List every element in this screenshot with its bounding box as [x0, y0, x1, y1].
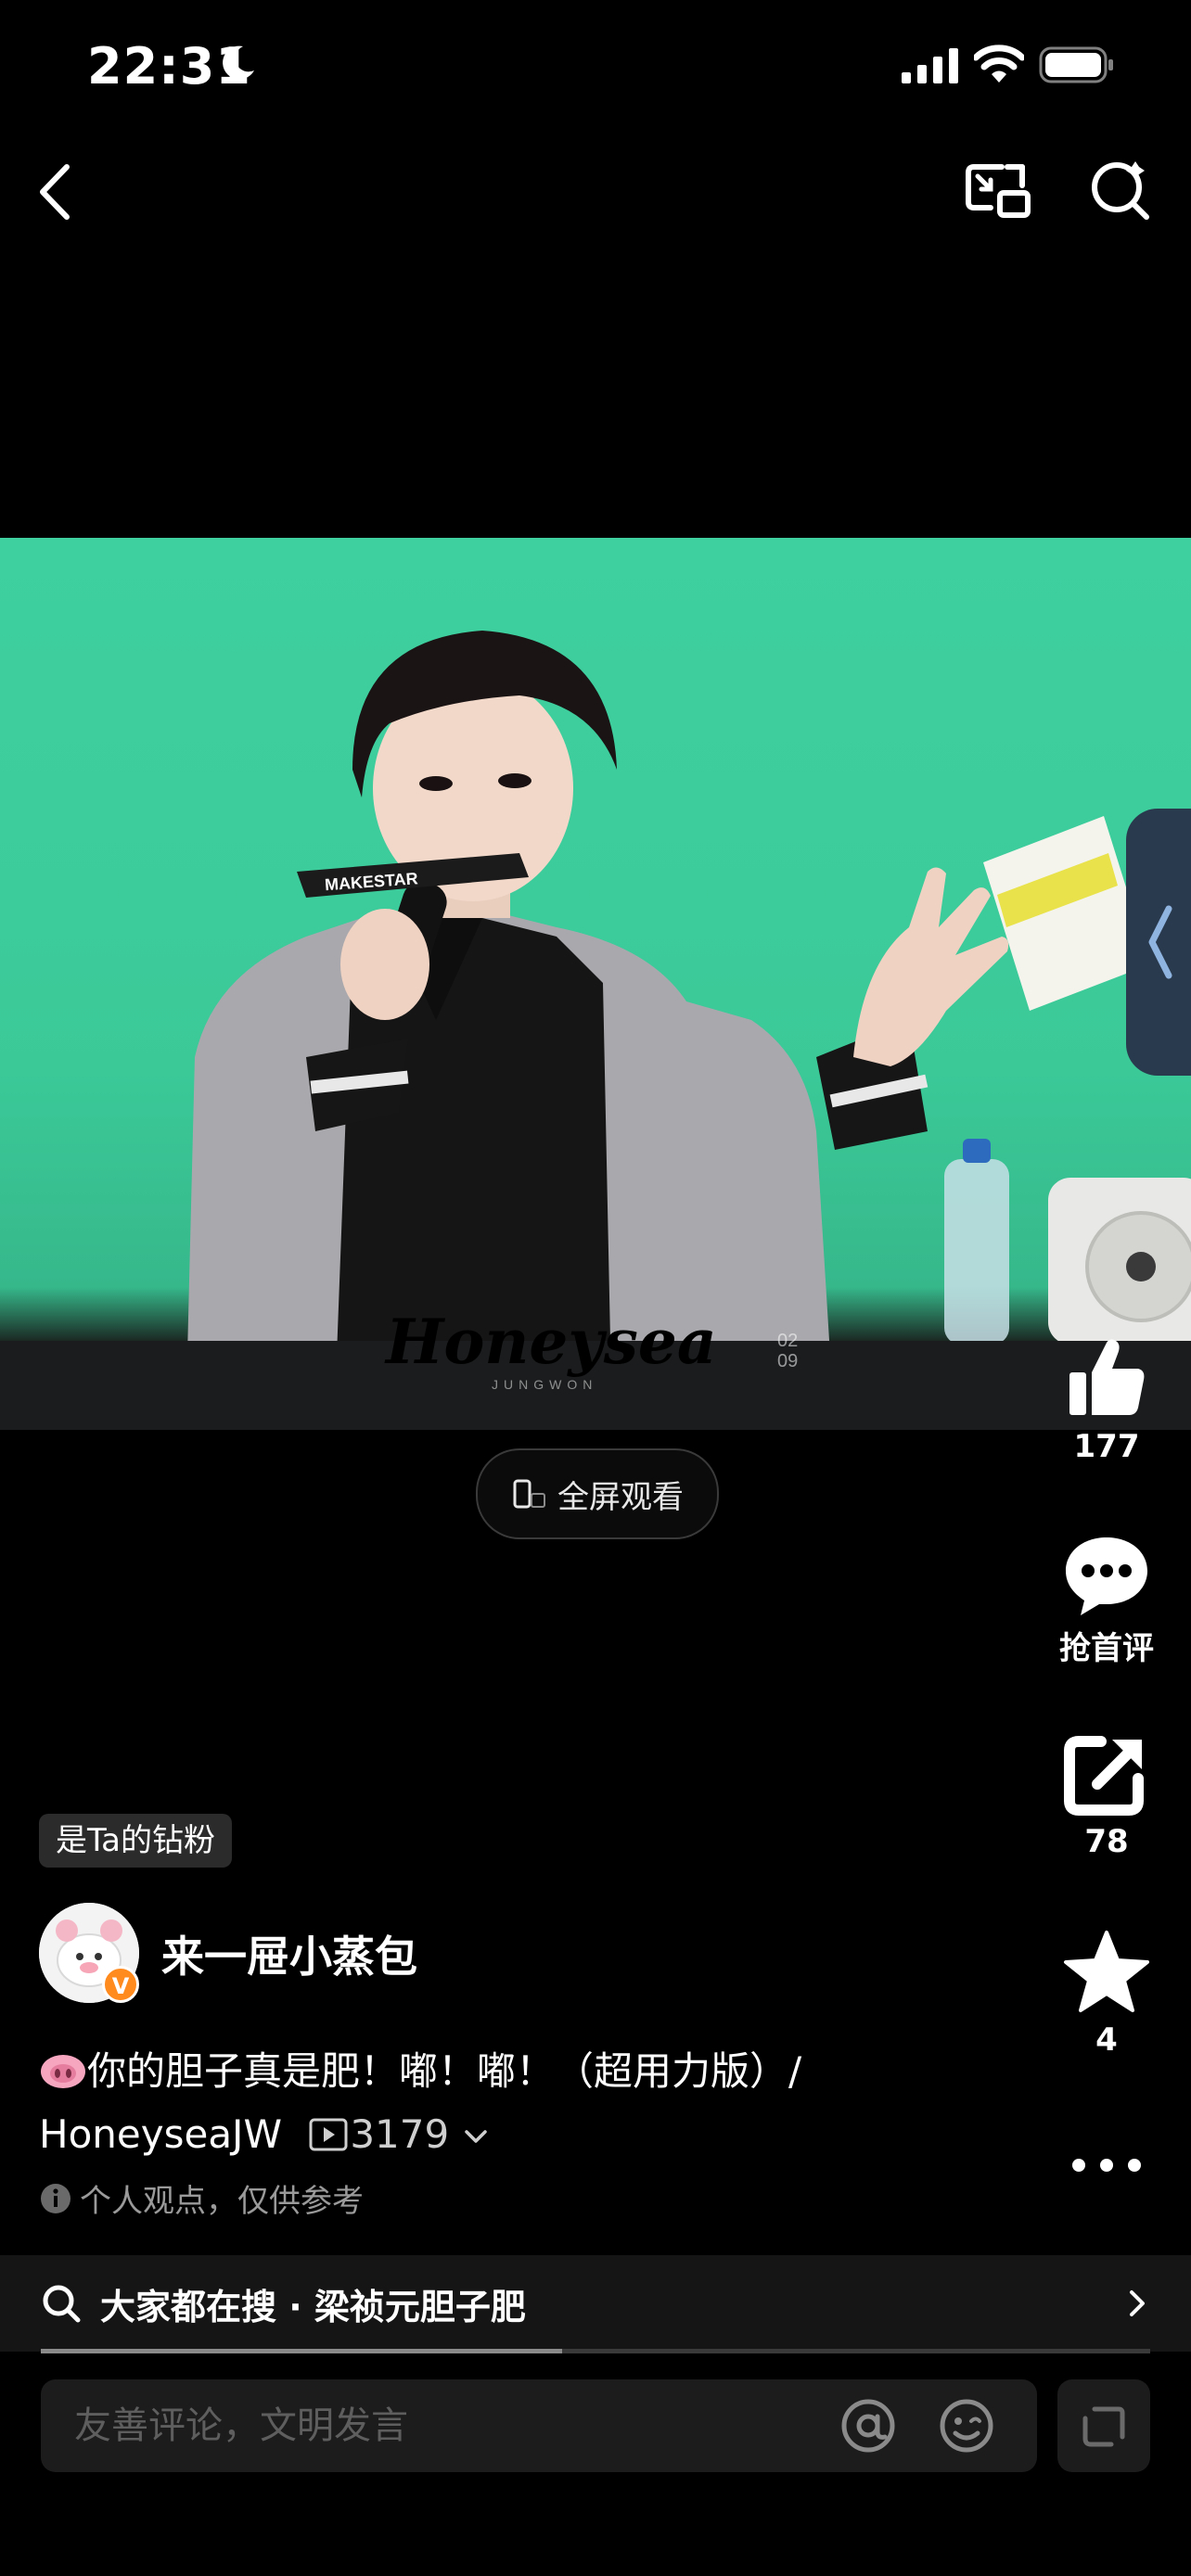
collection-icon: [309, 2118, 348, 2151]
comment-input-bar[interactable]: [41, 2379, 1037, 2472]
favorite-button[interactable]: 4: [1028, 1929, 1185, 2059]
like-button[interactable]: 177: [1028, 1332, 1185, 1465]
more-icon[interactable]: [1065, 2149, 1148, 2181]
favorite-count: 4: [1095, 2021, 1118, 2059]
chevron-right-icon: [1130, 2290, 1145, 2316]
comment-bubble-icon: [1066, 1537, 1147, 1615]
verified-badge-icon: V: [102, 1966, 139, 2003]
video-caption[interactable]: 你的胆子真是肥！嘟！嘟！（超用力版）/ HoneyseaJW 3179: [39, 2040, 874, 2166]
expand-comment-button[interactable]: [1057, 2379, 1150, 2472]
search-icon: [43, 2285, 81, 2323]
collection-count: 3179: [350, 2111, 450, 2157]
share-count: 78: [1084, 1823, 1129, 1860]
fullscreen-button[interactable]: 全屏观看: [476, 1448, 719, 1539]
disclaimer: 个人观点，仅供参考: [39, 2175, 364, 2221]
share-button[interactable]: 78: [1028, 1730, 1185, 1860]
mention-icon[interactable]: [839, 2396, 898, 2455]
cellular-signal-icon: [902, 48, 958, 83]
chevron-left-icon: [1148, 905, 1172, 979]
video-watermark-date: 02: [777, 1331, 798, 1351]
video-watermark: Honeysea: [384, 1306, 717, 1378]
share-icon: [1064, 1736, 1144, 1816]
chevron-down-icon[interactable]: [462, 2125, 490, 2148]
fan-level-badge: 是Ta的钻粉: [39, 1814, 232, 1868]
picture-in-picture-icon[interactable]: [965, 161, 1031, 221]
comment-input[interactable]: [72, 2404, 818, 2448]
emoji-icon[interactable]: [937, 2396, 996, 2455]
search-icon[interactable]: [1087, 158, 1152, 223]
author-name[interactable]: 来一屉小蒸包: [161, 1923, 417, 1984]
star-icon: [1064, 1931, 1149, 2012]
comment-button[interactable]: 抢首评: [1028, 1530, 1185, 1668]
video-player[interactable]: MAKESTAR Honeysea JUNGWON 02 09: [0, 538, 1191, 1430]
thumbs-up-icon: [1069, 1339, 1145, 1415]
related-search-text: 大家都在搜 · 梁祯元胆子肥: [100, 2286, 526, 2327]
info-icon: [41, 2183, 70, 2213]
expand-icon: [1082, 2406, 1125, 2447]
battery-icon: [1039, 46, 1113, 83]
comment-label: 抢首评: [1059, 1630, 1154, 1667]
phone-rotate-icon: [513, 1479, 545, 1509]
video-progress-fill: [41, 2349, 563, 2353]
video-frame-illustration: MAKESTAR Honeysea JUNGWON 02 09: [0, 631, 1191, 1430]
related-search-bar[interactable]: 大家都在搜 · 梁祯元胆子肥: [0, 2255, 1191, 2352]
side-drawer-tab[interactable]: [1126, 809, 1191, 1076]
fullscreen-label: 全屏观看: [557, 1478, 684, 1516]
video-watermark-date-2: 09: [777, 1351, 798, 1371]
back-icon[interactable]: [33, 159, 80, 224]
pig-nose-emoji-icon: [41, 2055, 85, 2088]
wifi-icon: [974, 45, 1024, 83]
like-count: 177: [1073, 1428, 1140, 1465]
moon-icon: [223, 45, 254, 80]
video-watermark-sub: JUNGWON: [492, 1377, 597, 1392]
disclaimer-text: 个人观点，仅供参考: [80, 2183, 364, 2220]
